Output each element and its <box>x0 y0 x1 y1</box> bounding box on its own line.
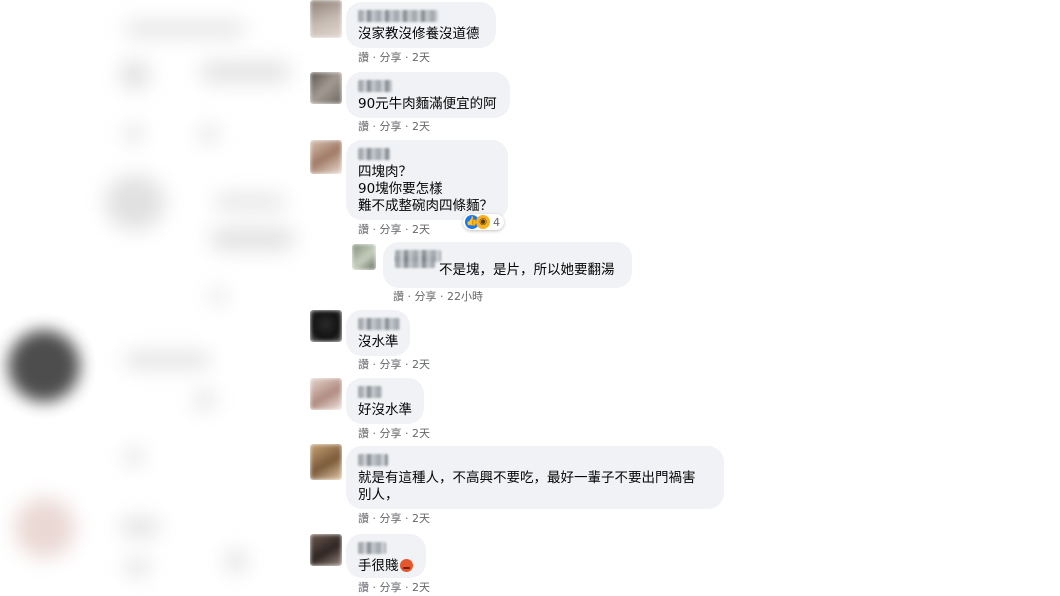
commenter-name[interactable] <box>358 318 400 330</box>
avatar[interactable] <box>310 534 342 566</box>
blurred-background <box>0 0 300 596</box>
commenter-name[interactable] <box>358 10 438 22</box>
comment-bubble: 90元牛肉麵滿便宜的阿 <box>346 72 510 118</box>
like-link[interactable]: 讚 <box>358 223 369 236</box>
timestamp[interactable]: 2天 <box>412 51 430 64</box>
comment-text-line: 就是有這種人，不高興不要吃，最好一輩子不要出門禍害 <box>358 470 696 486</box>
comment-text-line: 難不成整碗肉四條麵？ <box>358 198 493 214</box>
comment-bubble: 沒家教沒修養沒道德 <box>346 2 496 48</box>
comment-actions: 讚 · 分享 · 2天 <box>358 223 430 236</box>
comment-bubble: 就是有這種人，不高興不要吃，最好一輩子不要出門禍害 別人， <box>346 446 724 509</box>
angry-face-icon <box>399 559 413 572</box>
comment-text-line: 別人， <box>358 487 399 503</box>
like-link[interactable]: 讚 <box>358 581 369 594</box>
share-link[interactable]: 分享 <box>380 512 402 525</box>
share-link[interactable]: 分享 <box>380 358 402 371</box>
commenter-name[interactable] <box>358 148 390 160</box>
share-link[interactable]: 分享 <box>380 581 402 594</box>
comment-actions: 讚 · 分享 · 2天 <box>358 51 430 64</box>
share-link[interactable]: 分享 <box>380 427 402 440</box>
comment-text-line: 90塊你要怎樣 <box>358 181 443 197</box>
share-link[interactable]: 分享 <box>380 120 402 133</box>
comment-actions: 讚 · 分享 · 2天 <box>358 358 430 371</box>
comment-bubble: 四塊肉？ 90塊你要怎樣 難不成整碗肉四條麵？ <box>346 140 508 220</box>
commenter-name[interactable] <box>358 80 392 92</box>
like-link[interactable]: 讚 <box>358 512 369 525</box>
timestamp[interactable]: 22小時 <box>447 290 483 303</box>
timestamp[interactable]: 2天 <box>412 427 430 440</box>
comment-actions: 讚 · 分享 · 22小時 <box>393 290 483 303</box>
comment-actions: 讚 · 分享 · 2天 <box>358 512 430 525</box>
like-link[interactable]: 讚 <box>358 120 369 133</box>
avatar[interactable] <box>352 244 376 270</box>
avatar[interactable] <box>310 310 342 342</box>
like-link[interactable]: 讚 <box>358 358 369 371</box>
commenter-name[interactable] <box>358 454 388 466</box>
comment-text: 沒家教沒修養沒道德 <box>358 26 480 42</box>
comment-text: 90元牛肉麵滿便宜的阿 <box>358 96 497 112</box>
comment-text: 手很賤 <box>358 558 414 575</box>
comment-actions: 讚 · 分享 · 2天 <box>358 427 430 440</box>
comment-text-line: 四塊肉？ <box>358 164 412 180</box>
share-link[interactable]: 分享 <box>380 51 402 64</box>
timestamp[interactable]: 2天 <box>412 581 430 594</box>
comment-bubble: 好沒水準 <box>346 378 424 424</box>
reply-bubble: 不是塊，是片，所以她要翻湯 <box>383 242 632 288</box>
timestamp[interactable]: 2天 <box>412 358 430 371</box>
comment-text: 好沒水準 <box>358 402 412 418</box>
avatar[interactable] <box>310 0 342 38</box>
avatar[interactable] <box>310 72 342 104</box>
commenter-name[interactable] <box>395 256 435 268</box>
comment-bubble: 沒水準 <box>346 310 410 356</box>
share-link[interactable]: 分享 <box>380 223 402 236</box>
like-link[interactable]: 讚 <box>358 51 369 64</box>
comment-actions: 讚 · 分享 · 2天 <box>358 581 430 594</box>
timestamp[interactable]: 2天 <box>412 223 430 236</box>
wow-icon: ◉ <box>476 215 490 229</box>
comment-actions: 讚 · 分享 · 2天 <box>358 120 430 133</box>
share-link[interactable]: 分享 <box>415 290 437 303</box>
comment-text-value: 手很賤 <box>358 558 399 574</box>
like-link[interactable]: 讚 <box>393 290 404 303</box>
commenter-name[interactable] <box>358 542 386 554</box>
avatar[interactable] <box>310 378 342 410</box>
avatar[interactable] <box>310 444 342 480</box>
timestamp[interactable]: 2天 <box>412 512 430 525</box>
reaction-count: 4 <box>493 215 500 229</box>
comment-bubble: 手很賤 <box>346 534 426 578</box>
like-link[interactable]: 讚 <box>358 427 369 440</box>
avatar[interactable] <box>310 140 342 174</box>
reactions-badge[interactable]: 👍 ◉ 4 <box>463 214 504 230</box>
timestamp[interactable]: 2天 <box>412 120 430 133</box>
commenter-name[interactable] <box>358 386 382 398</box>
comment-text: 沒水準 <box>358 334 399 350</box>
